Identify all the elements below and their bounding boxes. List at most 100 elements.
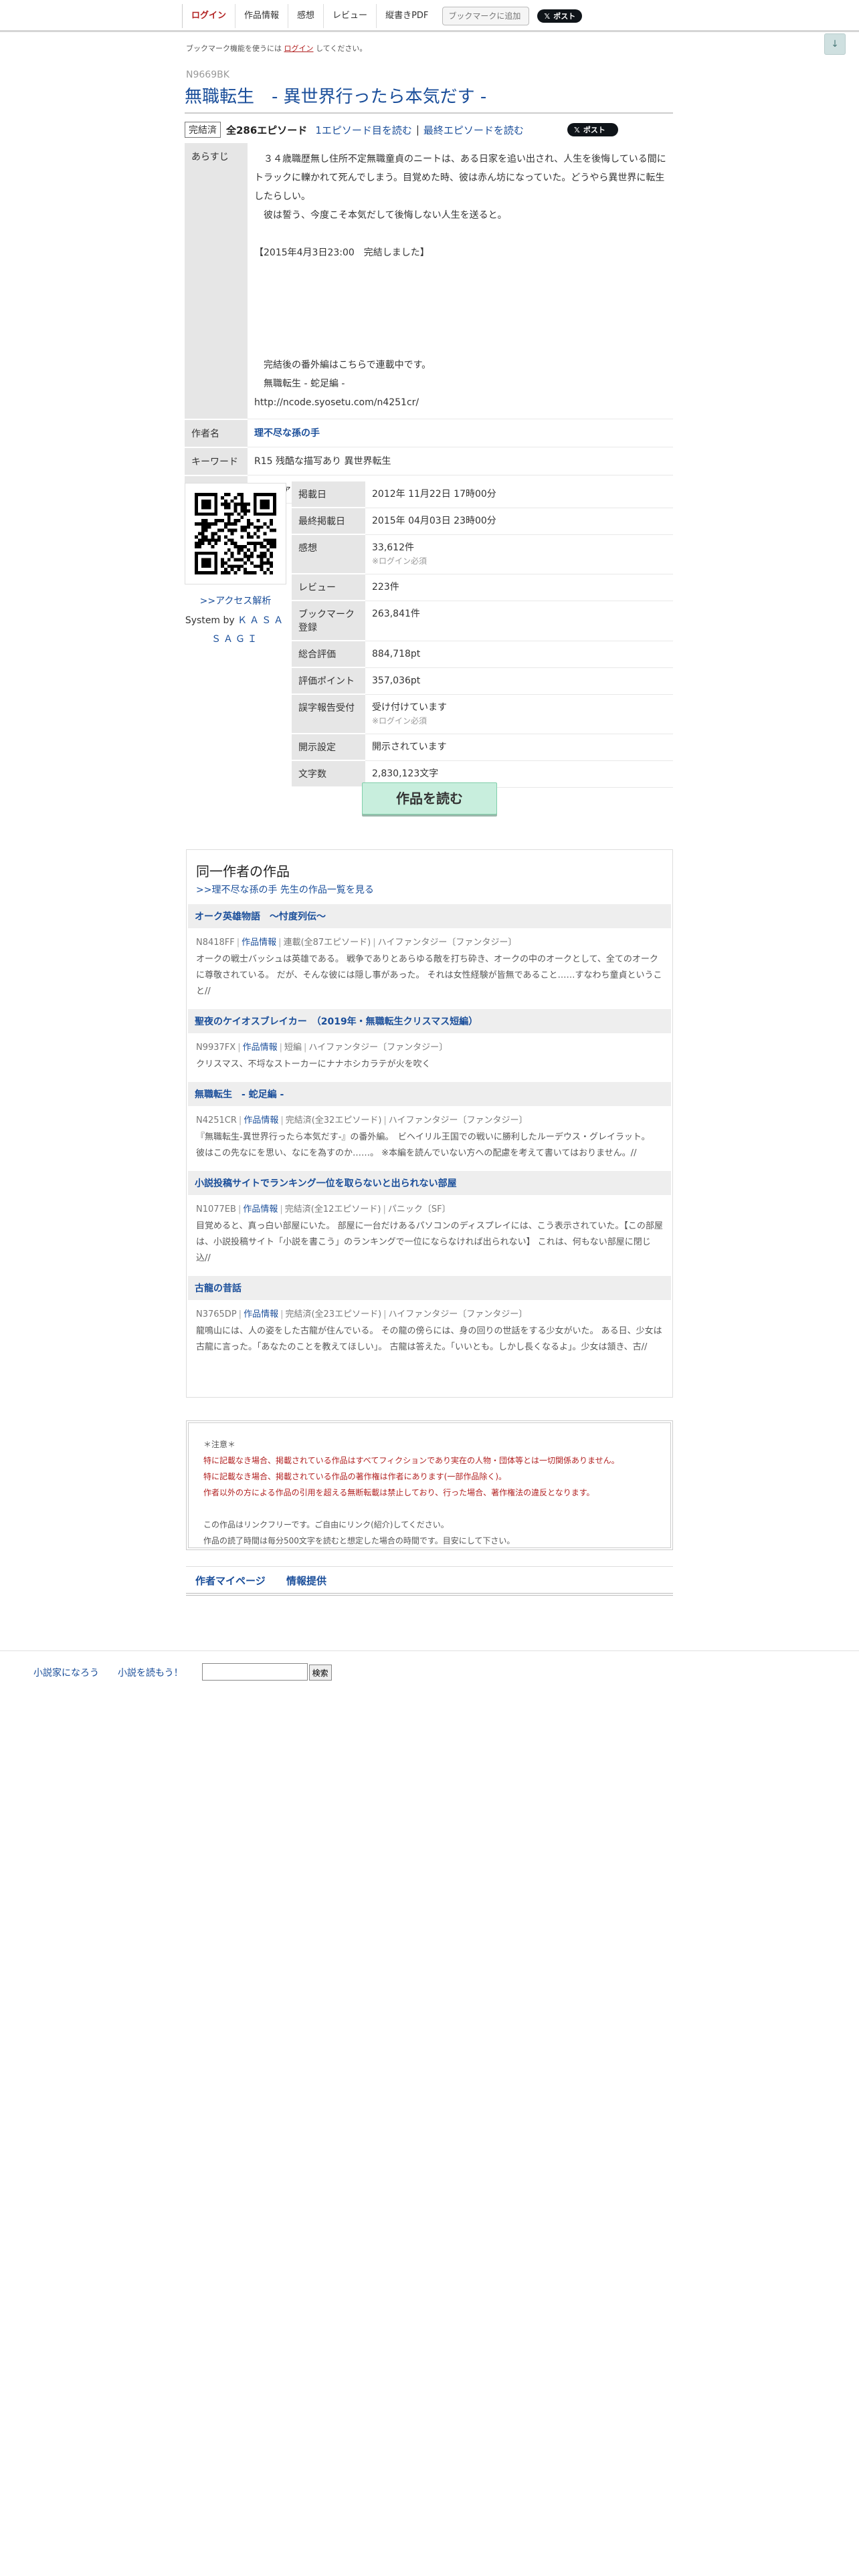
work-item: 古龍の昔話 N3765DP | 作品情報 | 完結済(全23エピソード) | ハイファンタジー… — [188, 1276, 671, 1365]
stats-value-cell: 33,612件 ※ログイン必須 — [365, 534, 673, 574]
caution-reading-time: 作品の読了時間は毎分500文字を読むと想定した場合の時間です。目安にして下さい。 — [203, 1536, 515, 1545]
stats-value: 開示されています — [372, 741, 447, 752]
novel-title-link[interactable]: 無職転生 - 異世界行ったら本気だす - — [185, 87, 486, 107]
top-menu: ログイン 作品情報 感想 レビュー 縦書きPDF 𝕏 ポスト — [182, 4, 583, 28]
caution-box: ＊注意＊ 特に記載なき場合、掲載されている作品はすべてフィクションであり実在の人… — [186, 1420, 673, 1550]
system-by-kasasagi: System by ＫＡＳＡＳＡＧＩ — [185, 615, 286, 645]
work-status: 短編 — [284, 1043, 302, 1053]
bottom-nav: 作者マイページ 情報提供 — [186, 1566, 673, 1596]
caution-fiction: 特に記載なき場合、掲載されている作品はすべてフィクションであり実在の人物・団体等… — [203, 1456, 619, 1465]
first-episode-link[interactable]: 1エピソード目を読む — [315, 123, 412, 137]
impressions-link[interactable]: 感想 — [288, 4, 323, 28]
footer-link-yomou[interactable]: 小説を読もう！ — [118, 1666, 183, 1679]
work-info-link[interactable]: 作品情報 — [244, 1309, 278, 1319]
stats-value-cell: 884,718pt — [365, 641, 673, 668]
work-title-link[interactable]: オーク英雄物語 ～忖度列伝～ — [188, 904, 671, 928]
stats-label: レビュー — [292, 574, 365, 601]
stats-row: 最終掲載日 2015年 04月03日 23時00分 — [292, 508, 673, 535]
work-meta: N8418FF | 作品情報 | 連載(全87エピソード) | ハイファンタジー〔ファンタジ… — [196, 938, 517, 948]
qr-code-image — [195, 493, 276, 574]
synopsis-row: あらすじ ３４歳職歴無し住所不定無職童貞のニートは、ある日家を追い出され、人生を… — [185, 143, 673, 420]
author-mypage-link[interactable]: 作者マイページ — [195, 1575, 266, 1587]
work-title-link[interactable]: 小説投稿サイトでランキング一位を取らないと出られない部屋 — [188, 1171, 671, 1195]
footer-search-button[interactable]: 検索 — [308, 1665, 332, 1681]
scroll-down-button[interactable]: ↓ — [824, 33, 846, 55]
work-meta: N9937FX | 作品情報 | 短編 | ハイファンタジー〔ファンタジー〕 — [196, 1043, 448, 1053]
work-item: 無職転生 - 蛇足編 - N4251CR | 作品情報 | 完結済(全32エピソード) | ハ… — [188, 1082, 671, 1171]
last-episode-link[interactable]: 最終エピソードを読む — [423, 123, 524, 137]
bookmark-login-notice: ブックマーク機能を使うには ログイン してください。 — [186, 44, 367, 53]
stats-row: 掲載日 2012年 11月22日 17時00分 — [292, 481, 673, 508]
work-title-link[interactable]: 古龍の昔話 — [188, 1276, 671, 1300]
stats-row: 評価ポイント 357,036pt — [292, 667, 673, 695]
page-title[interactable]: 無職転生 - 異世界行ったら本気だす - — [185, 83, 486, 108]
read-novel-button[interactable]: 作品を読む — [362, 782, 497, 815]
same-author-works: 同一作者の作品 >>理不尽な孫の手 先生の作品一覧を見る オーク英雄物語 ～忖度… — [186, 849, 673, 1398]
work-item: 聖夜のケイオスブレイカー （2019年・無職転生クリスマス短編） N9937FX |… — [188, 1009, 671, 1082]
top-menu-bar: ログイン 作品情報 感想 レビュー 縦書きPDF 𝕏 ポスト — [0, 0, 859, 32]
x-post-button[interactable]: 𝕏 ポスト — [567, 123, 618, 136]
author-label: 作者名 — [185, 419, 248, 448]
work-description: クリスマス、不埒なストーカーにナナホシカラテが火を吹く — [196, 1059, 431, 1069]
caution-link-free: この作品はリンクフリーです。ご自由にリンク(紹介)してください。 — [203, 1520, 449, 1529]
work-description: オークの戦士バッシュは英雄である。 戦争でありとあらゆる敵を打ち砕き、オークの中… — [196, 954, 662, 996]
episode-count: 全286エピソード — [226, 124, 308, 136]
work-info-link[interactable]: 作品情報 — [244, 1115, 278, 1125]
stats-value-cell: 開示されています — [365, 734, 673, 761]
stats-label: 評価ポイント — [292, 667, 365, 695]
access-analysis-link-wrap: >>アクセス解析 — [185, 594, 286, 607]
work-genre: ハイファンタジー〔ファンタジー〕 — [308, 1043, 448, 1053]
vertical-pdf-link[interactable]: 縦書きPDF — [376, 4, 437, 28]
novel-info-table: あらすじ ３４歳職歴無し住所不定無職童貞のニートは、ある日家を追い出され、人生を… — [185, 143, 673, 504]
work-item: オーク英雄物語 ～忖度列伝～ N8418FF | 作品情報 | 連載(全87エピソード) |… — [188, 904, 671, 1009]
stats-label: 誤字報告受付 — [292, 694, 365, 734]
login-link[interactable]: ログイン — [182, 4, 235, 28]
stats-row: 感想 33,612件 ※ログイン必須 — [292, 534, 673, 574]
work-status: 完結済(全12エピソード) — [284, 1204, 381, 1214]
work-status: 完結済(全32エピソード) — [285, 1115, 382, 1125]
work-ncode: N4251CR — [196, 1115, 237, 1125]
stats-value: 2015年 04月03日 23時00分 — [372, 515, 496, 526]
stats-value: 884,718pt — [372, 648, 421, 659]
stats-value-cell: 受け付けています ※ログイン必須 — [365, 694, 673, 734]
work-info-link[interactable]: 作品情報 — [243, 1204, 278, 1214]
work-description: 龍鳴山には、人の姿をした古龍が住んでいる。 その龍の傍らには、身の回りの世話をす… — [196, 1326, 662, 1352]
work-title-link[interactable]: 無職転生 - 蛇足編 - — [188, 1082, 671, 1106]
novel-stats-table: 掲載日 2012年 11月22日 17時00分 最終掲載日 2015年 04月03日 … — [292, 481, 673, 788]
work-info-link[interactable]: 作品情報 — [243, 1043, 278, 1053]
work-description: 『無職転生-異世界行ったら本気だす-』の番外編。 ビヘイリル王国での戦いに勝利し… — [196, 1132, 655, 1158]
stats-row: ブックマーク登録 263,841件 — [292, 601, 673, 641]
episode-status-line: 完結済 全286エピソード 1エピソード目を読む | 最終エピソードを読む 𝕏 … — [185, 122, 618, 138]
stats-value-cell: 223件 — [365, 574, 673, 601]
x-logo-icon: 𝕏 — [574, 125, 580, 134]
info-provide-link[interactable]: 情報提供 — [286, 1575, 326, 1587]
stats-label: 最終掲載日 — [292, 508, 365, 535]
notice-login-link[interactable]: ログイン — [284, 44, 314, 53]
access-analysis-link[interactable]: >>アクセス解析 — [200, 596, 272, 607]
footer-search-input[interactable] — [201, 1663, 308, 1681]
x-post-button-top[interactable]: 𝕏 ポスト — [537, 9, 583, 23]
bookmark-add-input[interactable] — [442, 7, 530, 25]
stats-value-cell: 2012年 11月22日 17時00分 — [365, 481, 673, 508]
work-info-link[interactable]: 作品情報 — [242, 938, 276, 948]
stats-value-cell: 263,841件 — [365, 601, 673, 641]
author-link[interactable]: 理不尽な孫の手 — [254, 428, 320, 439]
stats-row: 開示設定 開示されています — [292, 734, 673, 761]
x-logo-icon: 𝕏 — [544, 11, 551, 21]
stats-row: 誤字報告受付 受け付けています ※ログイン必須 — [292, 694, 673, 734]
stats-value-cell: 357,036pt — [365, 667, 673, 695]
stats-value: 2012年 11月22日 17時00分 — [372, 489, 496, 500]
footer-link-syosetu[interactable]: 小説家になろう — [33, 1666, 99, 1679]
arrow-down-icon: ↓ — [831, 39, 839, 49]
work-meta: N4251CR | 作品情報 | 完結済(全32エピソード) | ハイファンタジー〔ファンタ… — [196, 1115, 528, 1125]
qr-code — [185, 483, 286, 584]
author-works-list-link[interactable]: >>理不尽な孫の手 先生の作品一覧を見る — [196, 883, 663, 896]
work-title-link[interactable]: 聖夜のケイオスブレイカー （2019年・無職転生クリスマス短編） — [188, 1009, 671, 1033]
work-info-link[interactable]: 作品情報 — [235, 4, 288, 28]
work-status: 完結済(全23エピソード) — [285, 1309, 382, 1319]
stats-value-cell: 2015年 04月03日 23時00分 — [365, 508, 673, 535]
work-genre: パニック〔SF〕 — [387, 1204, 451, 1214]
work-description: 目覚めると、真っ白い部屋にいた。 部屋に一台だけあるパソコンのディスプレイには、… — [196, 1221, 663, 1263]
stats-label: ブックマーク登録 — [292, 601, 365, 641]
review-link[interactable]: レビュー — [323, 4, 376, 28]
